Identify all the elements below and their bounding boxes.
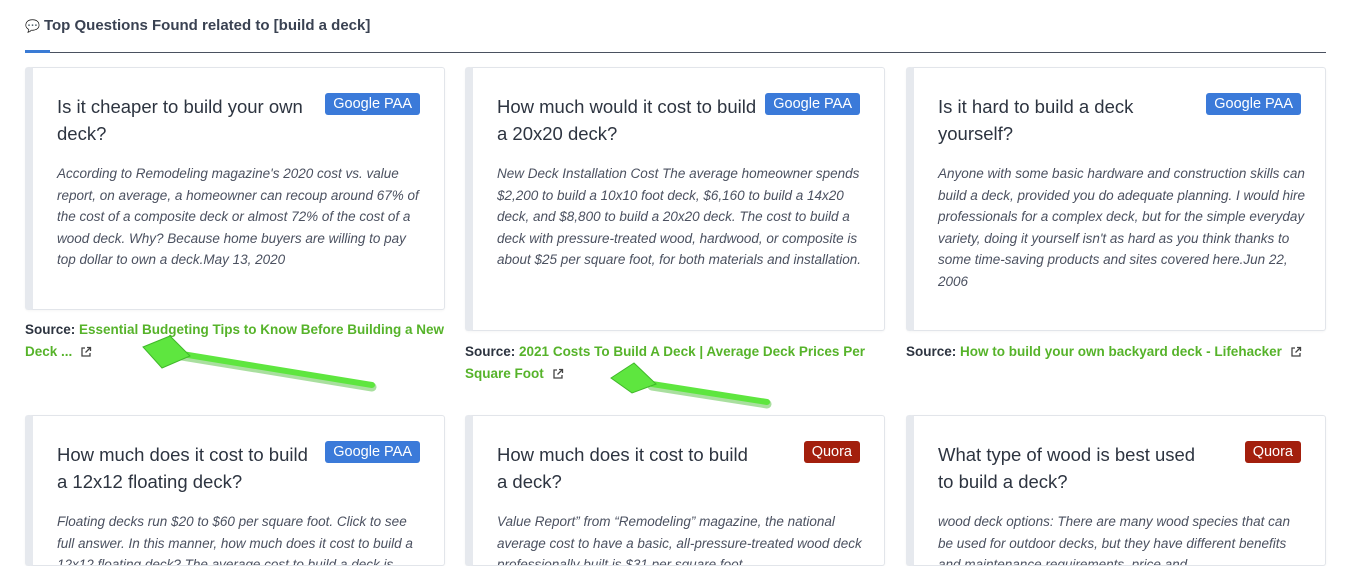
answer-text: wood deck options: There are many wood s…: [938, 514, 1290, 566]
source-link[interactable]: 2021 Costs To Build A Deck | Average Dec…: [465, 344, 865, 381]
question-card: How much does it cost to build a deck? Q…: [465, 415, 885, 566]
source-badge: Google PAA: [1206, 93, 1301, 115]
external-link-icon[interactable]: [1290, 346, 1302, 358]
question-card: Is it cheaper to build your own deck? Go…: [25, 67, 445, 310]
speech-bubble-icon: 💬: [25, 18, 40, 33]
source-label: Source:: [906, 344, 957, 359]
source-label: Source:: [25, 322, 76, 337]
answer-text: Floating decks run $20 to $60 per square…: [57, 514, 413, 566]
section-header: 💬 Top Questions Found related to [build …: [25, 17, 370, 34]
question-title: Is it hard to build a deck yourself?: [938, 96, 1134, 144]
source-badge: Quora: [803, 441, 860, 463]
question-title: How much would it cost to build a 20x20 …: [497, 96, 757, 144]
question-title: How much does it cost to build a 12x12 f…: [57, 444, 308, 492]
source-badge: Google PAA: [325, 441, 420, 463]
source-line: Source: How to build your own backyard d…: [906, 341, 1326, 363]
question-title: How much does it cost to build a deck?: [497, 444, 748, 492]
active-tab-indicator: [25, 50, 50, 53]
source-badge: Google PAA: [325, 93, 420, 115]
answer-text: According to Remodeling magazine's 2020 …: [57, 166, 419, 268]
question-card: How much does it cost to build a 12x12 f…: [25, 415, 445, 566]
question-card: Is it hard to build a deck yourself? Goo…: [906, 67, 1326, 331]
source-badge: Quora: [1244, 441, 1301, 463]
external-link-icon[interactable]: [552, 368, 564, 380]
source-badge: Google PAA: [765, 93, 860, 115]
source-link[interactable]: How to build your own backyard deck - Li…: [960, 344, 1282, 359]
header-divider: [25, 50, 1326, 53]
question-title: Is it cheaper to build your own deck?: [57, 96, 303, 144]
source-line: Source: 2021 Costs To Build A Deck | Ave…: [465, 341, 885, 384]
answer-text: New Deck Installation Cost The average h…: [497, 166, 861, 268]
section-title: Top Questions Found related to [build a …: [43, 17, 371, 34]
question-card: What type of wood is best used to build …: [906, 415, 1326, 566]
answer-text: Anyone with some basic hardware and cons…: [938, 166, 1306, 289]
source-line: Source: Essential Budgeting Tips to Know…: [25, 319, 445, 362]
external-link-icon[interactable]: [80, 346, 92, 358]
source-label: Source:: [465, 344, 516, 359]
question-card: How much would it cost to build a 20x20 …: [465, 67, 885, 331]
answer-text: Value Report” from “Remodeling” magazine…: [497, 514, 862, 566]
question-title: What type of wood is best used to build …: [938, 444, 1196, 492]
